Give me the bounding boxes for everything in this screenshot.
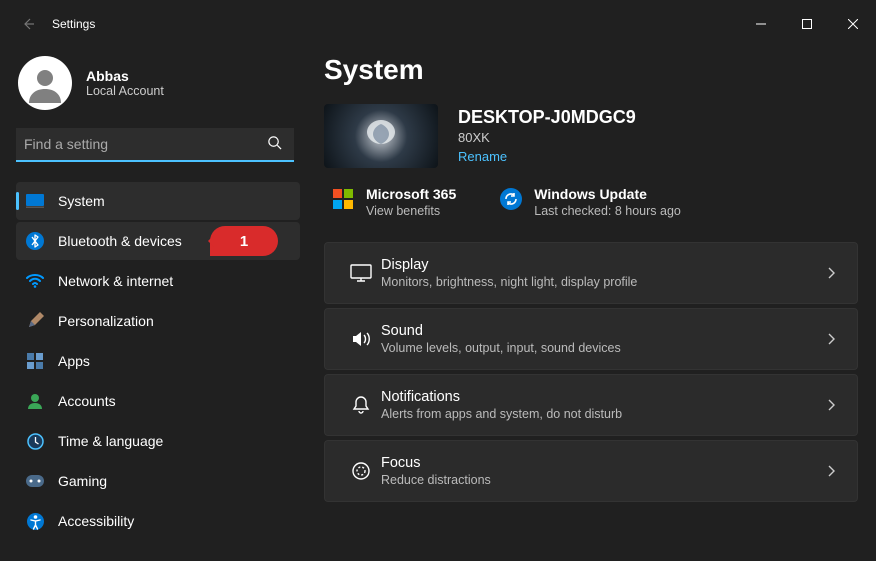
search-wrap: [16, 128, 300, 162]
tile-title: Display: [381, 257, 821, 273]
profile-block[interactable]: Abbas Local Account: [16, 48, 300, 128]
sidebar-item-label: Bluetooth & devices: [58, 233, 182, 249]
sidebar-item-accounts[interactable]: Accounts: [16, 382, 300, 420]
sound-icon: [341, 330, 381, 348]
chevron-right-icon: [821, 333, 841, 345]
brush-icon: [26, 312, 44, 330]
avatar: [18, 56, 72, 110]
sidebar-item-label: Network & internet: [58, 273, 173, 289]
status-row: Microsoft 365 View benefits Windows Upda…: [324, 186, 858, 218]
window-title: Settings: [52, 17, 738, 31]
search-icon: [267, 135, 282, 155]
status-title: Windows Update: [534, 186, 681, 202]
display-icon: [341, 264, 381, 282]
sidebar-item-gaming[interactable]: Gaming: [16, 462, 300, 500]
focus-icon: [341, 461, 381, 481]
profile-name: Abbas: [86, 68, 164, 84]
tile-notifications[interactable]: Notifications Alerts from apps and syste…: [324, 374, 858, 436]
sidebar-item-apps[interactable]: Apps: [16, 342, 300, 380]
device-thumbnail: [324, 104, 438, 168]
clock-icon: [26, 432, 44, 450]
sidebar-item-label: Accounts: [58, 393, 116, 409]
tile-sub: Reduce distractions: [381, 473, 821, 487]
device-name: DESKTOP-J0MDGC9: [458, 107, 636, 128]
tile-sub: Alerts from apps and system, do not dist…: [381, 407, 821, 421]
tile-sub: Volume levels, output, input, sound devi…: [381, 341, 821, 355]
status-title: Microsoft 365: [366, 186, 456, 202]
sidebar-item-network[interactable]: Network & internet: [16, 262, 300, 300]
back-button[interactable]: [8, 4, 48, 44]
gamepad-icon: [26, 472, 44, 490]
sidebar: Abbas Local Account System Bluetooth & d…: [0, 48, 308, 561]
status-update[interactable]: Windows Update Last checked: 8 hours ago: [500, 186, 681, 218]
device-row: DESKTOP-J0MDGC9 80XK Rename: [324, 104, 858, 168]
sidebar-item-system[interactable]: System: [16, 182, 300, 220]
status-ms365[interactable]: Microsoft 365 View benefits: [332, 186, 456, 218]
system-icon: [26, 192, 44, 210]
profile-subtitle: Local Account: [86, 84, 164, 98]
chevron-right-icon: [821, 465, 841, 477]
minimize-button[interactable]: [738, 8, 784, 40]
sidebar-item-time-language[interactable]: Time & language: [16, 422, 300, 460]
titlebar: Settings: [0, 0, 876, 48]
chevron-right-icon: [821, 399, 841, 411]
tile-title: Focus: [381, 455, 821, 471]
sidebar-item-label: System: [58, 193, 105, 209]
sidebar-item-accessibility[interactable]: Accessibility: [16, 502, 300, 540]
status-sub: View benefits: [366, 204, 456, 218]
sidebar-item-label: Time & language: [58, 433, 163, 449]
update-icon: [500, 188, 522, 210]
person-icon: [26, 392, 44, 410]
main-content: System DESKTOP-J0MDGC9 80XK Rename Micro…: [308, 48, 876, 561]
sidebar-item-label: Gaming: [58, 473, 107, 489]
page-title: System: [324, 54, 858, 86]
sidebar-item-label: Apps: [58, 353, 90, 369]
tile-sub: Monitors, brightness, night light, displ…: [381, 275, 821, 289]
window-controls: [738, 8, 876, 40]
tile-title: Sound: [381, 323, 821, 339]
maximize-button[interactable]: [784, 8, 830, 40]
rename-link[interactable]: Rename: [458, 149, 507, 164]
sidebar-item-label: Accessibility: [58, 513, 134, 529]
apps-icon: [26, 352, 44, 370]
annotation-marker: 1: [210, 226, 278, 256]
close-button[interactable]: [830, 8, 876, 40]
tile-display[interactable]: Display Monitors, brightness, night ligh…: [324, 242, 858, 304]
bluetooth-icon: [26, 232, 44, 250]
tile-sound[interactable]: Sound Volume levels, output, input, soun…: [324, 308, 858, 370]
nav-list: System Bluetooth & devices 1 Network & i…: [16, 182, 300, 540]
tile-focus[interactable]: Focus Reduce distractions: [324, 440, 858, 502]
tile-title: Notifications: [381, 389, 821, 405]
wifi-icon: [26, 272, 44, 290]
sidebar-item-label: Personalization: [58, 313, 154, 329]
sidebar-item-personalization[interactable]: Personalization: [16, 302, 300, 340]
sidebar-item-bluetooth[interactable]: Bluetooth & devices 1: [16, 222, 300, 260]
search-input[interactable]: [16, 128, 294, 162]
bell-icon: [341, 395, 381, 415]
chevron-right-icon: [821, 267, 841, 279]
status-sub: Last checked: 8 hours ago: [534, 204, 681, 218]
device-model: 80XK: [458, 130, 636, 145]
accessibility-icon: [26, 512, 44, 530]
ms365-icon: [332, 188, 354, 210]
